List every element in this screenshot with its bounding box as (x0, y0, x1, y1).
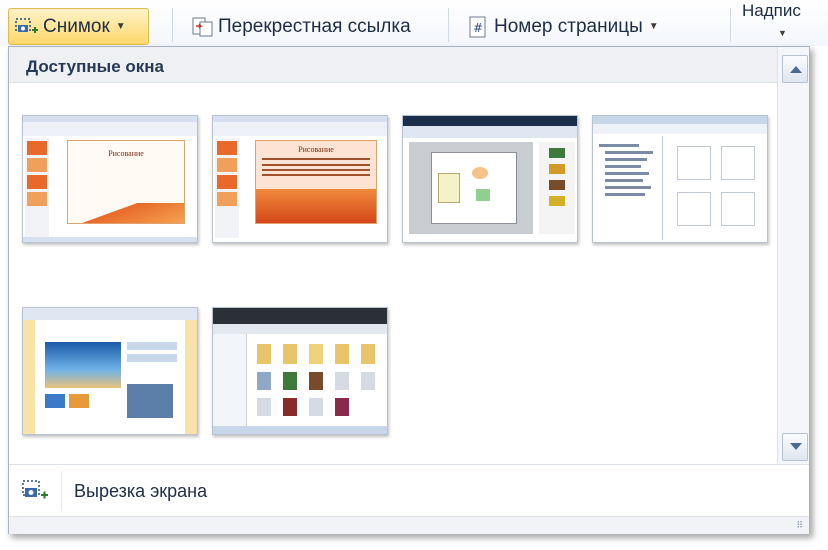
thumbnail-slide-title: Рисование (108, 149, 144, 158)
caption-button[interactable]: Надпис (742, 0, 801, 22)
thumbnail-slide-title: Рисование (298, 145, 334, 154)
crossref-icon (190, 16, 214, 38)
ribbon-separator (730, 8, 731, 42)
gallery-scrollbar[interactable] (777, 47, 809, 464)
ribbon-separator (172, 8, 173, 42)
window-thumbnail[interactable]: Рисование (22, 115, 198, 243)
arrow-down-icon (790, 443, 802, 450)
ribbon: Снимок ▼ Перекрестная ссылка # Номер стр… (0, 0, 828, 46)
screenshot-button-label: Снимок (43, 15, 110, 37)
chevron-down-icon: ▼ (648, 21, 659, 32)
screenshot-button[interactable]: Снимок ▼ (8, 8, 149, 45)
window-thumbnail[interactable] (212, 307, 388, 435)
scroll-up-button[interactable] (782, 55, 808, 83)
page-number-label: Номер страницы (494, 15, 643, 37)
screenshot-icon (15, 16, 39, 38)
window-thumbnail[interactable]: Рисование (212, 115, 388, 243)
screen-clipping-row[interactable]: Вырезка экрана (9, 464, 809, 516)
resize-grip[interactable]: ⠿ (9, 516, 809, 534)
svg-text:#: # (473, 21, 483, 35)
chevron-down-icon: ▼ (115, 21, 126, 32)
available-windows-header: Доступные окна (9, 47, 777, 83)
scroll-down-button[interactable] (782, 433, 808, 461)
arrow-up-icon (790, 66, 802, 73)
window-thumbnail[interactable] (402, 115, 578, 243)
crossref-label: Перекрестная ссылка (218, 15, 411, 37)
screen-clipping-label: Вырезка экрана (74, 481, 208, 501)
ribbon-separator (448, 8, 449, 42)
caption-label: Надпис (742, 1, 801, 20)
page-number-icon: # (466, 16, 490, 38)
chevron-down-icon: ▼ (778, 28, 787, 38)
window-thumbnail[interactable] (22, 307, 198, 435)
window-thumbnail[interactable] (592, 115, 768, 243)
crossref-button[interactable]: Перекрестная ссылка (190, 8, 411, 45)
resize-grip-icon: ⠿ (796, 520, 803, 530)
windows-gallery: Рисование Рисование (9, 84, 777, 464)
screenshot-dropdown: Доступные окна Рисование Рисование Вырез… (8, 46, 810, 534)
page-number-button[interactable]: # Номер страницы ▼ (466, 8, 659, 45)
screen-clipping-icon (21, 479, 49, 508)
